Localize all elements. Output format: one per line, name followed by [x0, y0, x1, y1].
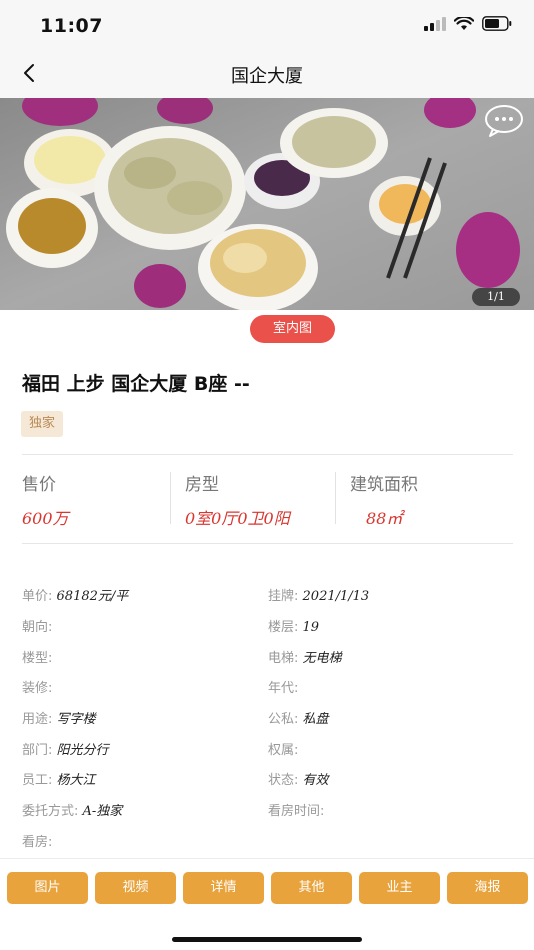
- photos-button[interactable]: 图片: [7, 872, 88, 904]
- detail-agent: 员工: 杨大江: [22, 773, 96, 788]
- stat-value: 600万: [22, 509, 69, 528]
- bottom-action-bar: 图片 视频 详情 其他 业主 海报: [0, 858, 534, 950]
- stat-separator: [170, 472, 171, 524]
- detail-usage: 用途: 写字楼: [22, 712, 96, 727]
- detail-floor: 楼层: 19: [268, 620, 320, 635]
- poster-button[interactable]: 海报: [447, 872, 528, 904]
- cellular-signal-icon: [424, 16, 446, 31]
- stat-area: 建筑面积 88㎡: [350, 470, 418, 529]
- detail-public-private: 公私: 私盘: [268, 712, 329, 727]
- detail-viewing-time: 看房时间:: [268, 804, 325, 819]
- status-time: 11:07: [40, 15, 103, 37]
- nav-bar: 国企大厦: [0, 48, 534, 98]
- detail-year: 年代:: [268, 681, 299, 696]
- photo-illustration: [0, 98, 534, 310]
- detail-ownership: 权属:: [268, 743, 299, 758]
- page-title: 国企大厦: [231, 66, 303, 87]
- detail-status: 状态: 有效: [268, 773, 329, 788]
- divider: [22, 454, 513, 455]
- photo-page-indicator: 1/1: [472, 288, 520, 306]
- owner-button[interactable]: 业主: [359, 872, 440, 904]
- detail-listed-date: 挂牌: 2021/1/13: [268, 589, 370, 604]
- detail-elevator: 电梯: 无电梯: [268, 651, 342, 666]
- detail-viewing: 看房:: [22, 835, 53, 850]
- battery-icon: [482, 16, 512, 31]
- stat-layout: 房型 0室0厅0卫0阳: [185, 470, 290, 529]
- other-button[interactable]: 其他: [271, 872, 352, 904]
- home-indicator[interactable]: [172, 937, 362, 942]
- detail-orientation: 朝向:: [22, 620, 53, 635]
- chat-bubble-icon: [485, 105, 523, 137]
- chat-bubble-button[interactable]: [484, 104, 524, 138]
- wifi-icon: [454, 16, 474, 30]
- action-buttons: 图片 视频 详情 其他 业主 海报: [7, 872, 528, 904]
- detail-decoration: 装修:: [22, 681, 53, 696]
- detail-department: 部门: 阳光分行: [22, 743, 109, 758]
- stat-separator: [335, 472, 336, 524]
- property-photo[interactable]: 1/1: [0, 98, 534, 310]
- status-bar: 11:07: [0, 0, 534, 48]
- stat-label: 建筑面积: [350, 475, 418, 495]
- divider: [22, 543, 513, 544]
- stat-label: 房型: [185, 475, 219, 495]
- listing-title: 福田 上步 国企大厦 B座 --: [22, 373, 250, 395]
- detail-commission-type: 委托方式: A-独家: [22, 804, 123, 819]
- stat-value: 0室0厅0卫0阳: [185, 509, 290, 528]
- stat-label: 售价: [22, 475, 56, 495]
- details-button[interactable]: 详情: [183, 872, 264, 904]
- video-button[interactable]: 视频: [95, 872, 176, 904]
- status-icons: [424, 16, 512, 31]
- stat-value: 88㎡: [366, 509, 403, 528]
- detail-building-type: 楼型:: [22, 651, 53, 666]
- exclusive-badge: 独家: [21, 411, 64, 437]
- indoor-photo-tag[interactable]: 室内图: [250, 315, 335, 343]
- stat-price: 售价 600万: [22, 470, 69, 529]
- detail-unit-price: 单价: 68182元/平: [22, 589, 129, 604]
- key-stats: 售价 600万 房型 0室0厅0卫0阳 建筑面积 88㎡: [0, 470, 534, 530]
